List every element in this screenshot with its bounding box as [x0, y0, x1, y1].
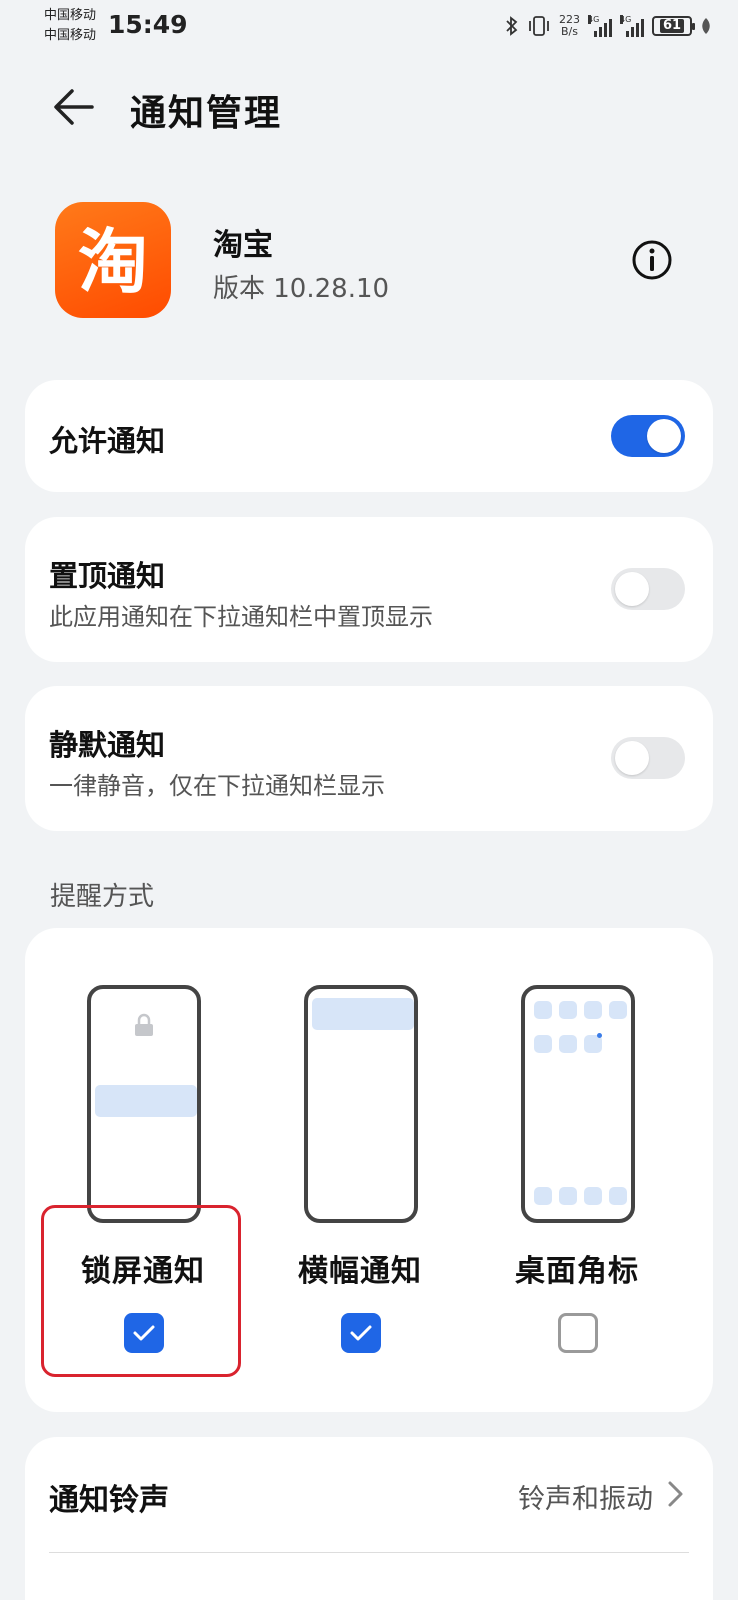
badge-option-label: 桌面角标 — [515, 1254, 639, 1289]
status-icons: 223 B/s 4G 4G 61 — [505, 10, 712, 42]
app-tile — [559, 1001, 577, 1019]
chevron-right-icon[interactable] — [663, 1479, 687, 1509]
toggle-knob — [615, 572, 649, 606]
ringtone-label: 通知铃声 — [49, 1483, 169, 1518]
app-tile — [534, 1001, 552, 1019]
app-tile — [584, 1001, 602, 1019]
net-type-1: 4G — [588, 15, 600, 24]
dock-tile — [584, 1187, 602, 1205]
pinned-notifications-toggle[interactable] — [611, 568, 685, 610]
signal-icon: 4G — [588, 15, 612, 37]
back-button[interactable] — [48, 82, 98, 132]
net-type-2: 4G — [620, 15, 632, 24]
arrow-left-icon — [54, 89, 94, 125]
signal-icon-2: 4G — [620, 15, 644, 37]
clock: 15:49 — [108, 10, 188, 39]
divider — [49, 1552, 689, 1553]
banner-option-label: 横幅通知 — [298, 1254, 422, 1289]
bluetooth-icon — [506, 16, 518, 36]
carrier-info: 中国移动 中国移动 — [44, 6, 96, 46]
silent-notifications-toggle[interactable] — [611, 737, 685, 779]
silent-notifications-description: 一律静音，仅在下拉通知栏显示 — [49, 772, 385, 800]
pinned-notifications-label: 置顶通知 — [49, 559, 166, 593]
page-title: 通知管理 — [130, 93, 283, 134]
lockscreen-checkbox[interactable] — [124, 1313, 164, 1353]
toggle-knob — [615, 741, 649, 775]
app-icon: 淘 — [55, 202, 171, 318]
ringtone-value[interactable]: 铃声和振动 — [518, 1477, 653, 1516]
app-version: 版本 10.28.10 — [213, 274, 390, 304]
allow-notifications-card: 允许通知 — [25, 380, 713, 492]
lockscreen-notification-block — [95, 1085, 197, 1117]
banner-illustration[interactable] — [304, 985, 418, 1223]
net-speed-unit: B/s — [561, 25, 578, 38]
allow-notifications-label: 允许通知 — [49, 424, 166, 458]
lock-icon — [135, 1013, 153, 1036]
network-speed: 223 B/s — [559, 14, 580, 38]
silent-notifications-card: 静默通知 一律静音，仅在下拉通知栏显示 — [25, 686, 713, 831]
app-tile — [534, 1035, 552, 1053]
reminder-options-card: 锁屏通知 横幅通知 桌面角标 — [25, 928, 713, 1412]
leaf-icon — [702, 18, 710, 34]
app-name: 淘宝 — [213, 228, 273, 263]
dock-tile — [609, 1187, 627, 1205]
dock-tile — [534, 1187, 552, 1205]
toggle-knob — [647, 419, 681, 453]
battery-icon: 61 — [652, 16, 695, 36]
status-bar: 中国移动 中国移动 15:49 223 B/s 4G 4G 61 — [0, 0, 738, 56]
ringtone-card: 通知铃声 铃声和振动 — [25, 1437, 713, 1600]
lockscreen-option-label: 锁屏通知 — [81, 1254, 205, 1289]
carrier-1: 中国移动 — [44, 8, 97, 23]
taobao-logo: 淘 — [78, 221, 148, 303]
checkmark-icon — [133, 1325, 155, 1341]
badge-illustration[interactable] — [521, 985, 635, 1223]
app-tile — [609, 1001, 627, 1019]
dock-tile — [559, 1187, 577, 1205]
app-icon-glyph: 淘 — [78, 221, 148, 303]
badge-dot — [597, 1033, 602, 1038]
lockscreen-illustration[interactable] — [87, 985, 201, 1223]
badge-checkbox[interactable] — [558, 1313, 598, 1353]
reminder-section-label: 提醒方式 — [50, 882, 155, 912]
app-info-button[interactable] — [630, 238, 674, 282]
banner-notification-block — [312, 998, 414, 1030]
silent-notifications-label: 静默通知 — [49, 728, 166, 762]
carrier-2: 中国移动 — [44, 28, 97, 43]
banner-checkbox[interactable] — [341, 1313, 381, 1353]
battery-level: 61 — [659, 19, 685, 33]
allow-notifications-toggle[interactable] — [611, 415, 685, 457]
pinned-notifications-card: 置顶通知 此应用通知在下拉通知栏中置顶显示 — [25, 517, 713, 662]
app-tile — [559, 1035, 577, 1053]
checkmark-icon — [350, 1325, 372, 1341]
info-circle-icon — [632, 240, 672, 280]
pinned-notifications-description: 此应用通知在下拉通知栏中置顶显示 — [49, 603, 433, 631]
vibrate-icon — [529, 16, 549, 36]
